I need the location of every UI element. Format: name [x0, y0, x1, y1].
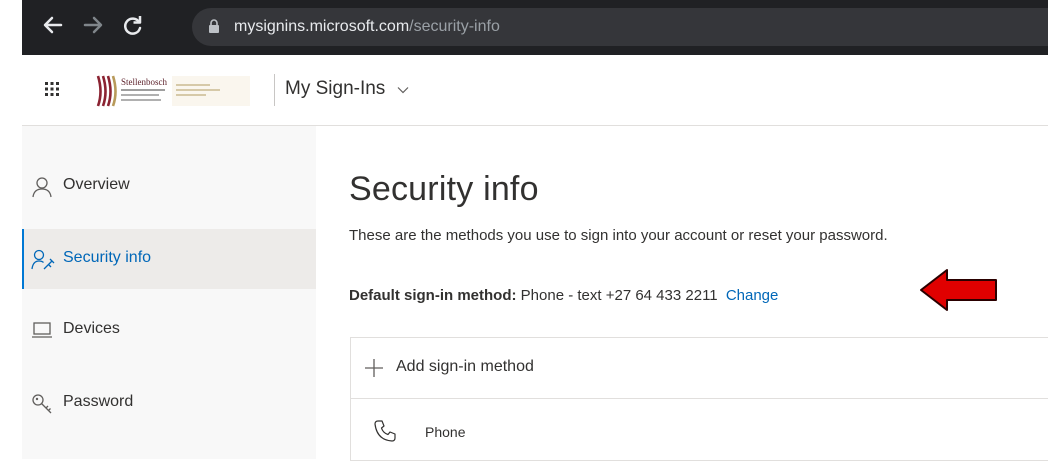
- org-name: Stellenbosch: [121, 77, 167, 87]
- default-method-row: Default sign-in method: Phone - text +27…: [349, 287, 778, 304]
- sidebar-item-password[interactable]: Password: [22, 373, 316, 433]
- sidebar-item-security-info[interactable]: Security info: [22, 229, 316, 289]
- app-title-dropdown[interactable]: My Sign-Ins: [285, 78, 409, 100]
- security-info-icon: [31, 249, 55, 276]
- sidebar-item-label: Overview: [63, 176, 130, 193]
- chevron-down-icon: [397, 78, 409, 100]
- methods-card: Add sign-in method Phone: [350, 337, 1048, 461]
- sidebar-item-label: Password: [63, 393, 134, 410]
- method-row-phone: Phone: [351, 399, 1048, 460]
- change-default-link[interactable]: Change: [726, 287, 779, 304]
- url-text[interactable]: mysignins.microsoft.com/security-info: [234, 18, 500, 36]
- reload-icon[interactable]: [120, 10, 146, 40]
- main-content: Security info These are the methods you …: [316, 126, 1048, 461]
- sidebar-item-devices[interactable]: Devices: [22, 300, 316, 360]
- phone-icon: [373, 419, 397, 448]
- browser-toolbar: mysignins.microsoft.com/security-info: [22, 0, 1048, 55]
- default-method-label: Default sign-in method:: [349, 287, 517, 304]
- add-method-label: Add sign-in method: [396, 358, 534, 375]
- key-icon: [31, 393, 53, 420]
- page-description: These are the methods you use to sign in…: [349, 227, 888, 244]
- address-bar[interactable]: mysignins.microsoft.com/security-info: [192, 8, 1048, 46]
- lock-icon[interactable]: [208, 19, 220, 39]
- url-path: /security-info: [409, 18, 500, 35]
- page-title: Security info: [349, 170, 539, 208]
- annotation-arrow-icon: [919, 267, 999, 318]
- back-arrow-icon[interactable]: [40, 10, 66, 40]
- sidebar-item-label: Devices: [63, 320, 120, 337]
- url-host: mysignins.microsoft.com: [234, 18, 410, 35]
- default-method-value: Phone - text +27 64 433 2211: [520, 287, 718, 304]
- plus-icon: [364, 358, 384, 383]
- header-divider: [274, 74, 275, 106]
- forward-arrow-icon[interactable]: [80, 10, 106, 40]
- sidebar-nav: Overview Security info Devices Password: [22, 126, 316, 459]
- method-type-label: Phone: [425, 424, 466, 440]
- app-header: Stellenbosch My Sign-Ins: [22, 55, 1048, 126]
- organization-logo: Stellenbosch: [94, 72, 274, 108]
- person-icon: [31, 176, 53, 203]
- app-title: My Sign-Ins: [285, 78, 386, 100]
- waffle-icon[interactable]: [44, 81, 60, 102]
- add-sign-in-method-button[interactable]: Add sign-in method: [351, 338, 1048, 399]
- sidebar-item-label: Security info: [63, 249, 152, 266]
- sidebar-item-overview[interactable]: Overview: [22, 156, 316, 216]
- laptop-icon: [31, 320, 53, 345]
